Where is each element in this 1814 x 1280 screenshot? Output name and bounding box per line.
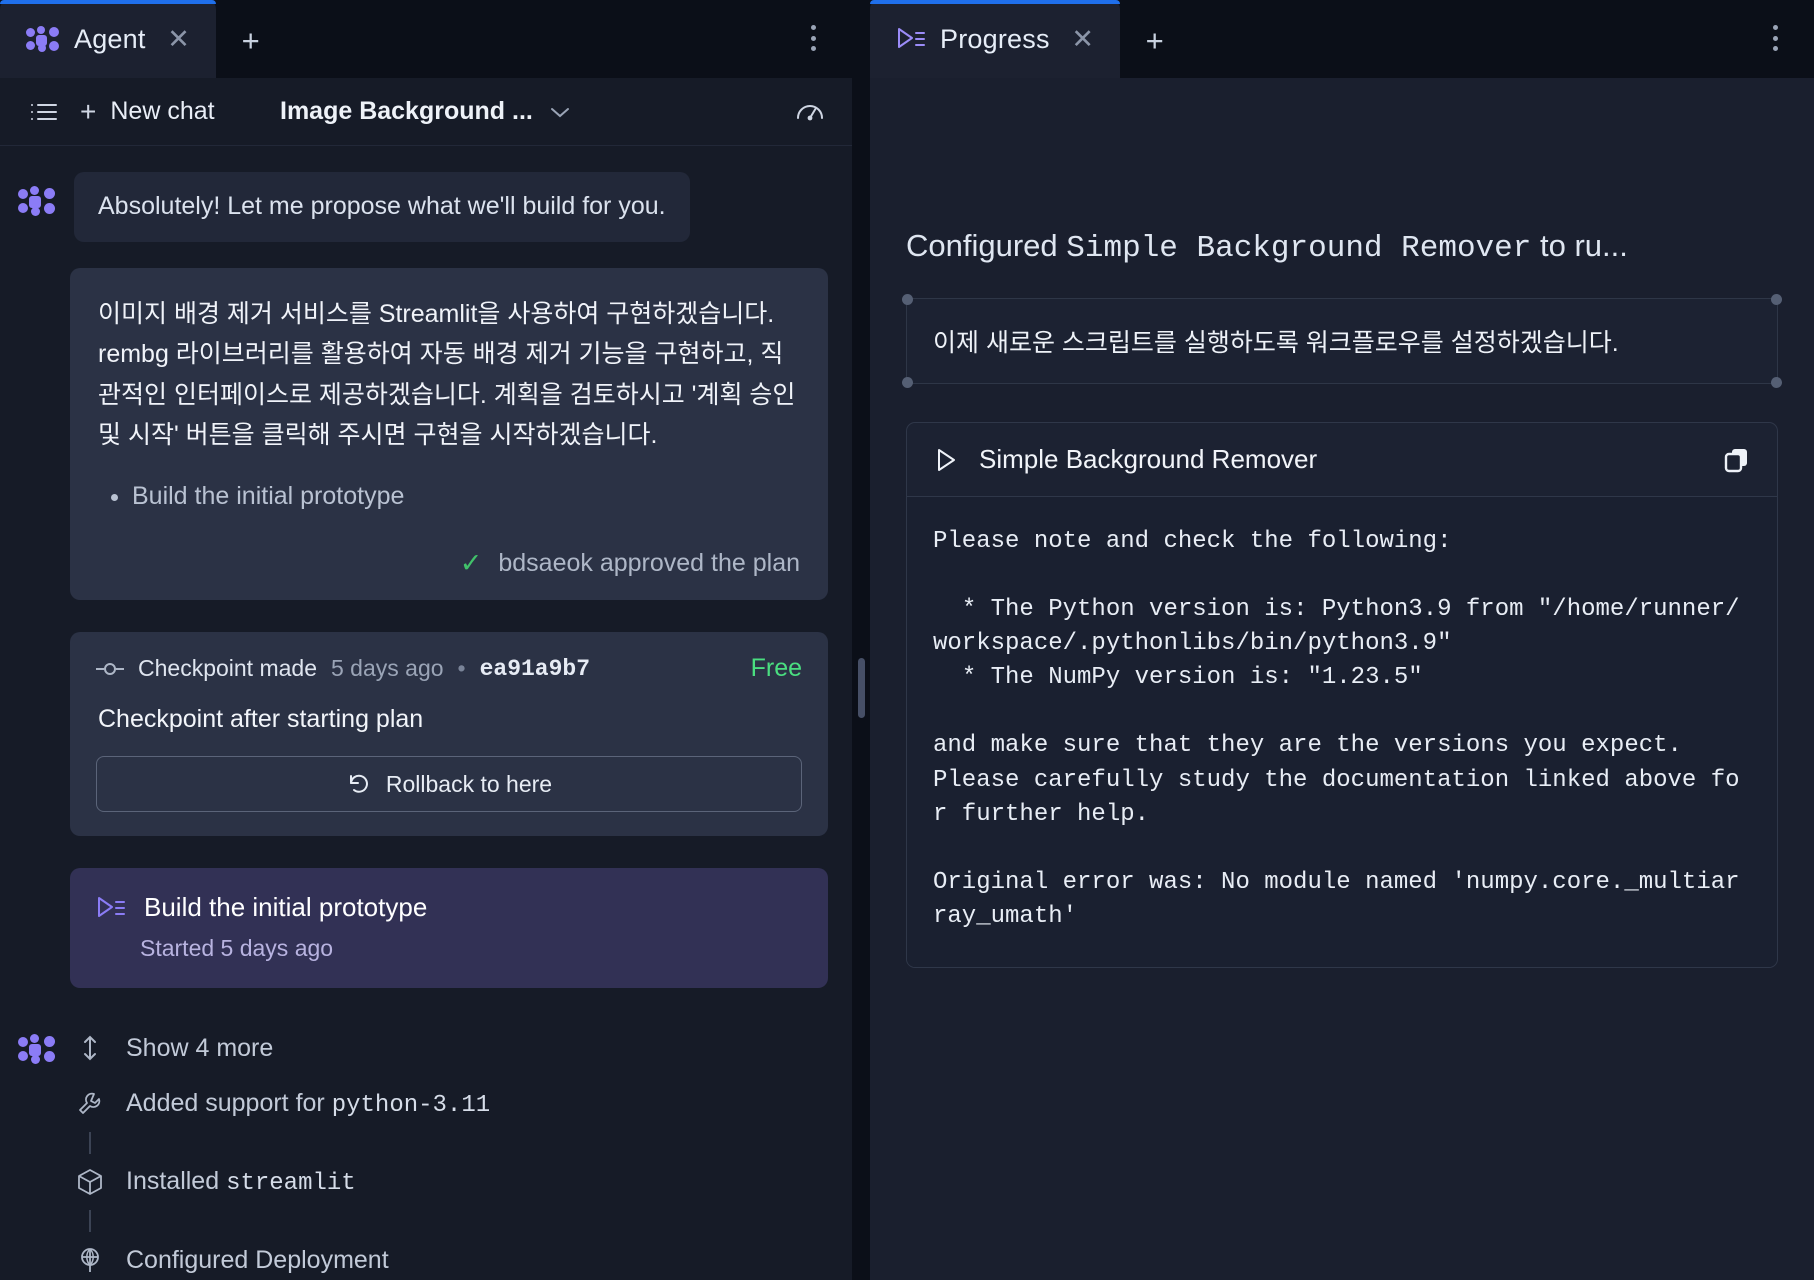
agent-conversation: Absolutely! Let me propose what we'll bu…: [0, 146, 852, 1280]
progress-panel: Progress ✕ + Configured Simple Backgroun…: [870, 0, 1814, 1280]
plus-icon: +: [80, 98, 96, 126]
node-handle-icon: [1771, 294, 1782, 305]
agent-avatar-icon: [18, 186, 56, 216]
console-header: Simple Background Remover: [907, 423, 1777, 497]
activity-label: Added support for python-3.11: [126, 1089, 490, 1119]
app-root: Agent ✕ + + New chat Im: [0, 0, 1814, 1280]
tab-agent-close-icon[interactable]: ✕: [164, 26, 194, 53]
expand-vertical-icon: [74, 1032, 106, 1064]
progress-note-text: 이제 새로운 스크립트를 실행하도록 워크플로우를 설정하겠습니다.: [933, 323, 1751, 359]
prototype-title: Build the initial prototype: [144, 892, 427, 923]
workflow-run-icon: [896, 26, 926, 52]
new-tab-button[interactable]: +: [1120, 25, 1190, 56]
console-output: Please note and check the following: * T…: [907, 497, 1777, 967]
agent-toolbar: + New chat Image Background ...: [0, 78, 852, 146]
show-more-label: Show 4 more: [126, 1034, 273, 1063]
list-menu-icon[interactable]: [22, 90, 66, 134]
gauge-icon[interactable]: [794, 94, 826, 129]
plan-card: 이미지 배경 제거 서비스를 Streamlit을 사용하여 구현하겠습니다. …: [70, 268, 828, 601]
rollback-button[interactable]: Rollback to here: [96, 756, 802, 812]
new-chat-label: New chat: [110, 97, 214, 126]
activity-item-streamlit[interactable]: Installed streamlit: [74, 1154, 828, 1210]
checkpoint-node-icon: [96, 661, 124, 677]
deployment-icon: [74, 1244, 106, 1276]
checkpoint-separator: •: [458, 655, 466, 682]
plan-item: Build the initial prototype: [132, 478, 800, 516]
progress-step-title: Configured Simple Background Remover to …: [906, 228, 1778, 266]
project-selector[interactable]: Image Background ...: [280, 97, 571, 126]
activity-connector: [74, 1132, 828, 1154]
activity-label: Configured Deployment: [126, 1246, 389, 1275]
console-title: Simple Background Remover: [979, 444, 1317, 475]
prototype-task-card[interactable]: Build the initial prototype Started 5 da…: [70, 868, 828, 988]
rotate-ccw-icon: [346, 772, 370, 796]
progress-tabbar: Progress ✕ +: [870, 0, 1814, 78]
new-chat-button[interactable]: + New chat: [80, 97, 215, 126]
tab-progress-label: Progress: [940, 24, 1050, 55]
checkpoint-time: 5 days ago: [331, 655, 444, 682]
check-icon: ✓: [460, 550, 483, 577]
panel-resize-handle[interactable]: [858, 658, 865, 718]
activity-label: Installed streamlit: [126, 1167, 356, 1197]
checkpoint-label: Checkpoint made: [138, 655, 317, 682]
tab-agent-label: Agent: [74, 24, 146, 55]
show-more-button[interactable]: Show 4 more: [74, 1020, 828, 1076]
node-handle-icon: [902, 377, 913, 388]
greeting-bubble: Absolutely! Let me propose what we'll bu…: [74, 172, 690, 242]
checkpoint-price-badge: Free: [751, 654, 802, 683]
plan-item-list: Build the initial prototype: [98, 478, 800, 516]
node-handle-icon: [1771, 377, 1782, 388]
progress-content: Configured Simple Background Remover to …: [870, 78, 1814, 1280]
activity-item-python[interactable]: Added support for python-3.11: [74, 1076, 828, 1132]
checkpoint-card: Checkpoint made 5 days ago • ea91a9b7 Fr…: [70, 632, 828, 836]
rollback-label: Rollback to here: [386, 771, 552, 798]
workflow-run-icon: [96, 895, 126, 921]
checkpoint-header: Checkpoint made 5 days ago • ea91a9b7 Fr…: [96, 654, 802, 683]
plan-approval-text: bdsaeok approved the plan: [498, 549, 800, 578]
play-triangle-icon: [933, 447, 959, 473]
tab-progress[interactable]: Progress ✕: [870, 0, 1120, 78]
prototype-subtitle: Started 5 days ago: [140, 935, 802, 962]
agent-panel-menu-icon[interactable]: [800, 22, 826, 54]
plan-description: 이미지 배경 제거 서비스를 Streamlit을 사용하여 구현하겠습니다. …: [98, 294, 800, 456]
panel-divider: [852, 0, 870, 1280]
console-card: Simple Background Remover Please note an…: [906, 422, 1778, 968]
assistant-greeting-row: Absolutely! Let me propose what we'll bu…: [0, 172, 852, 242]
agent-avatar-icon: [18, 1034, 56, 1064]
chevron-down-icon: [549, 105, 571, 119]
progress-note-box: 이제 새로운 스크립트를 실행하도록 워크플로우를 설정하겠습니다.: [906, 298, 1778, 384]
prototype-header: Build the initial prototype: [96, 892, 802, 923]
activity-section: Show 4 more Added support for python-3.1…: [0, 1020, 852, 1280]
project-name: Image Background ...: [280, 97, 533, 126]
checkpoint-title: Checkpoint after starting plan: [98, 705, 802, 734]
activity-item-deployment[interactable]: Configured Deployment: [74, 1232, 828, 1280]
agent-tabbar: Agent ✕ +: [0, 0, 852, 78]
copy-icon[interactable]: [1723, 446, 1751, 474]
agent-logo-icon: [26, 26, 60, 52]
package-icon: [74, 1166, 106, 1198]
tab-agent[interactable]: Agent ✕: [0, 0, 216, 78]
progress-panel-menu-icon[interactable]: [1762, 22, 1788, 54]
new-tab-button[interactable]: +: [216, 25, 286, 56]
wrench-icon: [74, 1088, 106, 1120]
activity-connector: [74, 1210, 828, 1232]
node-handle-icon: [902, 294, 913, 305]
checkpoint-hash[interactable]: ea91a9b7: [480, 656, 590, 682]
tab-progress-close-icon[interactable]: ✕: [1068, 26, 1098, 53]
activity-list: Show 4 more Added support for python-3.1…: [74, 1020, 828, 1280]
agent-panel: Agent ✕ + + New chat Im: [0, 0, 852, 1280]
plan-approval-row: ✓ bdsaeok approved the plan: [98, 549, 800, 578]
